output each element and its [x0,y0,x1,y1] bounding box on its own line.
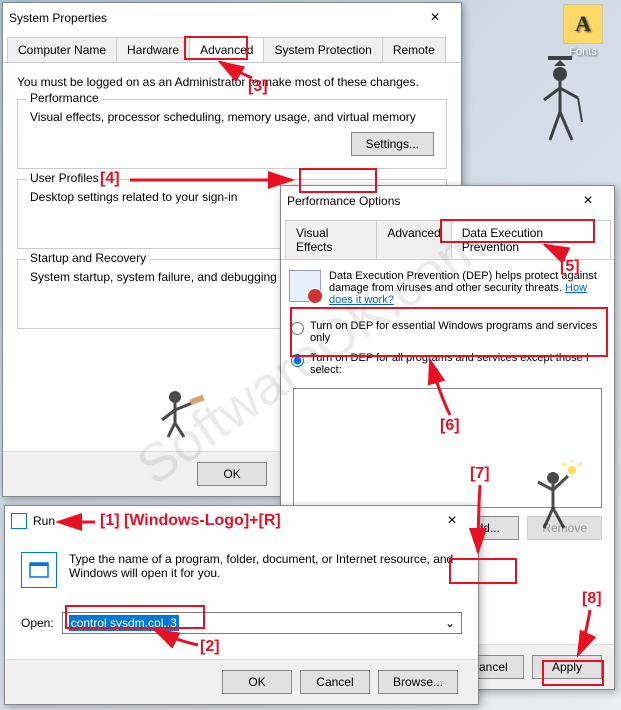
sysprops-ok-button[interactable]: OK [197,462,267,486]
perfopts-titlebar: Performance Options × [281,186,614,216]
run-buttonrow: OK Cancel Browse... [5,659,478,704]
dep-radio-essential[interactable]: Turn on DEP for essential Windows progra… [281,316,614,348]
run-title: Run [33,514,55,528]
desktop-fonts-shortcut[interactable]: Fonts [563,4,603,58]
tab-system-protection[interactable]: System Protection [263,37,382,62]
tab-advanced-perf[interactable]: Advanced [376,220,451,259]
run-open-combobox[interactable]: control sysdm.cpl,,3 ⌄ [62,612,462,634]
dep-radio-all[interactable]: Turn on DEP for all programs and service… [281,348,614,380]
close-icon[interactable]: × [568,192,608,210]
tab-hardware[interactable]: Hardware [116,37,190,62]
run-browse-button[interactable]: Browse... [378,670,458,694]
dep-remove-button: Remove [527,516,602,540]
run-titlebar: Run × [5,506,478,536]
performance-desc: Visual effects, processor scheduling, me… [30,110,434,124]
tab-visual-effects[interactable]: Visual Effects [285,220,377,259]
fonts-label: Fonts [569,46,597,58]
dep-shield-icon [289,270,321,302]
performance-title: Performance [26,91,103,105]
dep-description: Data Execution Prevention (DEP) helps pr… [329,270,597,294]
dep-radio-all-label: Turn on DEP for all programs and service… [310,352,604,376]
tab-computer-name[interactable]: Computer Name [7,37,117,62]
fonts-icon [563,4,603,44]
perfopts-apply-button[interactable]: Apply [532,655,602,679]
chevron-down-icon[interactable]: ⌄ [445,616,455,630]
run-dialog: Run × Type the name of a program, folder… [4,505,479,705]
tab-advanced[interactable]: Advanced [189,37,264,62]
admin-note: You must be logged on as an Administrato… [17,75,447,89]
run-cancel-button[interactable]: Cancel [300,670,370,694]
run-open-label: Open: [21,616,54,630]
dep-radio-essential-label: Turn on DEP for essential Windows progra… [310,320,604,344]
close-icon[interactable]: × [432,512,472,530]
dep-exception-list[interactable] [293,388,602,508]
user-profiles-title: User Profiles [26,171,103,185]
run-body: Type the name of a program, folder, docu… [5,536,478,604]
perfopts-title: Performance Options [287,194,400,208]
run-window-icon [11,513,27,529]
startup-title: Startup and Recovery [26,251,150,265]
decorative-figure-graduate [520,50,600,160]
dep-radio-essential-input[interactable] [291,322,304,335]
perfopts-tabstrip: Visual Effects Advanced Data Execution P… [281,216,614,260]
run-open-row: Open: control sysdm.cpl,,3 ⌄ [5,604,478,642]
run-app-icon [21,552,57,588]
tab-remote[interactable]: Remote [382,37,446,62]
close-icon[interactable]: × [415,9,455,27]
run-open-value: control sysdm.cpl,,3 [69,615,179,631]
dep-radio-all-input[interactable] [291,354,304,367]
performance-settings-button[interactable]: Settings... [351,132,434,156]
tab-dep[interactable]: Data Execution Prevention [451,220,611,259]
run-description: Type the name of a program, folder, docu… [69,552,462,580]
dep-description-row: Data Execution Prevention (DEP) helps pr… [281,260,614,316]
sysprops-titlebar: System Properties × [3,3,461,33]
sysprops-title: System Properties [9,11,107,25]
performance-groupbox: Performance Visual effects, processor sc… [17,99,447,169]
sysprops-tabstrip: Computer Name Hardware Advanced System P… [3,33,461,63]
run-ok-button[interactable]: OK [222,670,292,694]
